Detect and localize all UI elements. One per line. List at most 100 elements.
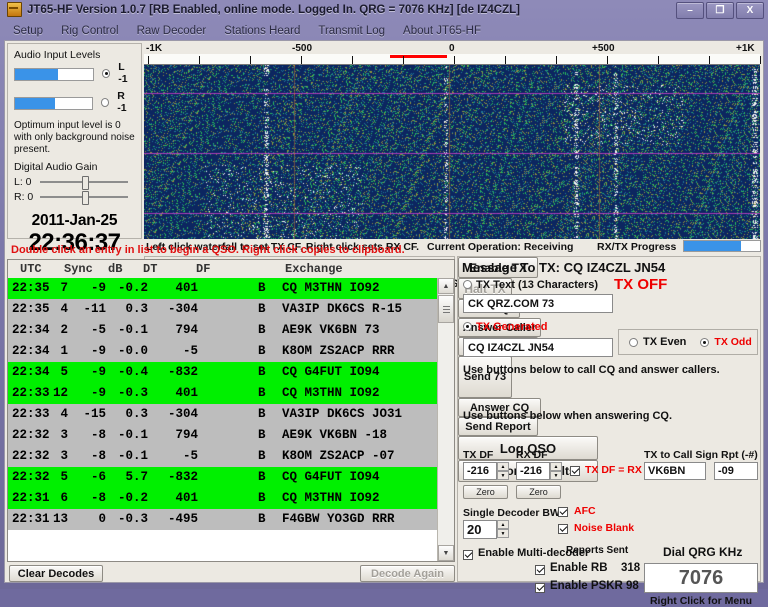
- clear-decodes-button[interactable]: Clear Decodes: [9, 565, 103, 582]
- tx-call-sign-input[interactable]: VK6BN: [644, 462, 706, 480]
- left-channel-radio[interactable]: [102, 69, 110, 78]
- table-row[interactable]: 22:323-8-0.1794BAE9K VK6BN -18: [8, 425, 439, 446]
- scrollbar-thumb[interactable]: [438, 295, 454, 323]
- enable-pskr-checkbox[interactable]: [535, 583, 545, 593]
- afc-label: AFC: [574, 505, 596, 517]
- left-channel-label: L -1: [118, 61, 135, 85]
- table-scrollbar[interactable]: ▲ ▼: [437, 278, 454, 561]
- waterfall-panel: -1K -500 0 +500 +1K: [144, 43, 760, 239]
- rx-df-stepper[interactable]: ▲▼: [550, 462, 562, 480]
- client-area: Audio Input Levels L -1 R -1 Optimum inp…: [4, 40, 764, 583]
- enable-pskr-label: Enable PSKR: [550, 580, 623, 592]
- cell-exchange: CQ G4FUT IO94: [282, 365, 380, 379]
- cell-sync: 4: [60, 302, 68, 316]
- maximize-button[interactable]: ❐: [706, 2, 734, 19]
- right-channel-label: R -1: [117, 90, 135, 114]
- send-73-button[interactable]: Send 73: [458, 356, 512, 398]
- tx-generated-label: TX Generated: [476, 321, 548, 333]
- scroll-down-button[interactable]: ▼: [438, 545, 454, 561]
- rx-df-label: RX DF: [516, 449, 548, 461]
- menu-bar: Setup Rig Control Raw Decoder Stations H…: [4, 22, 764, 39]
- menu-item-about[interactable]: About JT65-HF: [394, 24, 490, 38]
- column-header-dt: DT: [143, 262, 157, 276]
- menu-item-transmit-log[interactable]: Transmit Log: [309, 24, 394, 38]
- table-row[interactable]: 22:345-9-0.4-832BCQ G4FUT IO94: [8, 362, 439, 383]
- cell-db: -9: [91, 365, 106, 379]
- dial-qrg-label: Dial QRG KHz: [663, 545, 742, 559]
- menu-item-rig-control[interactable]: Rig Control: [52, 24, 128, 38]
- table-row[interactable]: 22:31130-0.3-495BF4GBW YO3GD RRR: [8, 509, 439, 530]
- ruler-ticks[interactable]: [144, 54, 760, 65]
- scroll-up-button[interactable]: ▲: [438, 278, 454, 294]
- menu-item-raw-decoder[interactable]: Raw Decoder: [128, 24, 216, 38]
- table-row[interactable]: 22:341-9-0.0-5BK8OM ZS2ACP RRR: [8, 341, 439, 362]
- cell-flag: B: [258, 302, 266, 316]
- tx-generated-radio[interactable]: [463, 322, 472, 331]
- cell-dt: -0.1: [118, 428, 148, 442]
- minimize-button[interactable]: –: [676, 2, 704, 19]
- menu-item-stations-heard[interactable]: Stations Heard: [215, 24, 309, 38]
- cell-db: 0: [98, 512, 106, 526]
- cell-utc: 22:34: [12, 365, 50, 379]
- close-button[interactable]: X: [736, 2, 764, 19]
- decode-hint: Double click an entry in list to begin a…: [11, 244, 405, 256]
- cell-dt: -0.1: [118, 323, 148, 337]
- table-row[interactable]: 22:357-9-0.2401BCQ M3THN IO92: [8, 278, 439, 299]
- cell-dt: -0.4: [118, 365, 148, 379]
- tx-generated-input[interactable]: CQ IZ4CZL JN54: [463, 338, 613, 357]
- rx-df-input[interactable]: -216: [516, 462, 550, 480]
- decoder-bw-stepper[interactable]: ▲▼: [497, 520, 509, 539]
- gain-left-slider[interactable]: [40, 176, 128, 188]
- application-window: JT65-HF Version 1.0.7 [RB Enabled, onlin…: [0, 0, 768, 589]
- cell-exchange: VA3IP DK6CS R-15: [282, 302, 402, 316]
- frequency-ruler: -1K -500 0 +500 +1K: [144, 43, 760, 65]
- gain-right-label: R: 0: [14, 191, 36, 203]
- table-row[interactable]: 22:316-8-0.2401BCQ M3THN IO92: [8, 488, 439, 509]
- afc-checkbox[interactable]: [558, 507, 568, 517]
- table-body[interactable]: 22:357-9-0.2401BCQ M3THN IO9222:354-110.…: [8, 278, 439, 561]
- cell-db: -6: [91, 470, 106, 484]
- tx-text-radio[interactable]: [463, 280, 472, 289]
- cell-flag: B: [258, 449, 266, 463]
- menu-item-setup[interactable]: Setup: [4, 24, 52, 38]
- cell-sync: 13: [53, 512, 68, 526]
- df-lock-checkbox[interactable]: [570, 466, 580, 476]
- cell-df: -304: [168, 302, 198, 316]
- ruler-label-minus-500: -500: [292, 43, 312, 54]
- right-audio-meter: [14, 97, 93, 110]
- cell-flag: B: [258, 386, 266, 400]
- decoder-bw-input[interactable]: 20: [463, 520, 497, 539]
- decode-again-button: Decode Again: [360, 565, 455, 582]
- gain-right-slider[interactable]: [40, 191, 128, 203]
- table-row[interactable]: 22:3312-9-0.3401BCQ M3THN IO92: [8, 383, 439, 404]
- minimize-icon: –: [687, 6, 693, 16]
- table-row[interactable]: 22:323-8-0.1-5BK8OM ZS2ACP -07: [8, 446, 439, 467]
- right-channel-radio[interactable]: [101, 98, 109, 107]
- multi-decoder-checkbox[interactable]: [463, 550, 473, 560]
- reports-sent-label: Reports Sent: [566, 545, 628, 556]
- cell-sync: 1: [60, 344, 68, 358]
- tx-df-stepper[interactable]: ▲▼: [497, 462, 509, 480]
- close-icon: X: [747, 6, 754, 16]
- rpt-input[interactable]: -09: [714, 462, 758, 480]
- cell-sync: 12: [53, 386, 68, 400]
- rx-df-zero-button[interactable]: Zero: [516, 485, 561, 499]
- cell-exchange: CQ M3THN IO92: [282, 281, 380, 295]
- tx-df-input[interactable]: -216: [463, 462, 497, 480]
- cell-db: -15: [83, 407, 106, 421]
- tx-odd-radio[interactable]: [700, 338, 709, 347]
- table-row[interactable]: 22:354-110.3-304BVA3IP DK6CS R-15: [8, 299, 439, 320]
- cell-exchange: AE9K VK6BN -18: [282, 428, 387, 442]
- rb-count: 318: [621, 562, 640, 574]
- tx-df-zero-button[interactable]: Zero: [463, 485, 508, 499]
- table-row[interactable]: 22:325-65.7-832BCQ G4FUT IO94: [8, 467, 439, 488]
- noise-blank-checkbox[interactable]: [558, 524, 568, 534]
- rxtx-progress-label: RX/TX Progress: [597, 241, 676, 253]
- tx-text-input[interactable]: CK QRZ.COM 73: [463, 294, 613, 313]
- table-row[interactable]: 22:334-150.3-304BVA3IP DK6CS JO31: [8, 404, 439, 425]
- enable-rb-checkbox[interactable]: [535, 565, 545, 575]
- tx-even-radio[interactable]: [629, 338, 638, 347]
- maximize-icon: ❐: [716, 6, 725, 16]
- waterfall-display[interactable]: [144, 65, 760, 239]
- table-row[interactable]: 22:342-5-0.1794BAE9K VK6BN 73: [8, 320, 439, 341]
